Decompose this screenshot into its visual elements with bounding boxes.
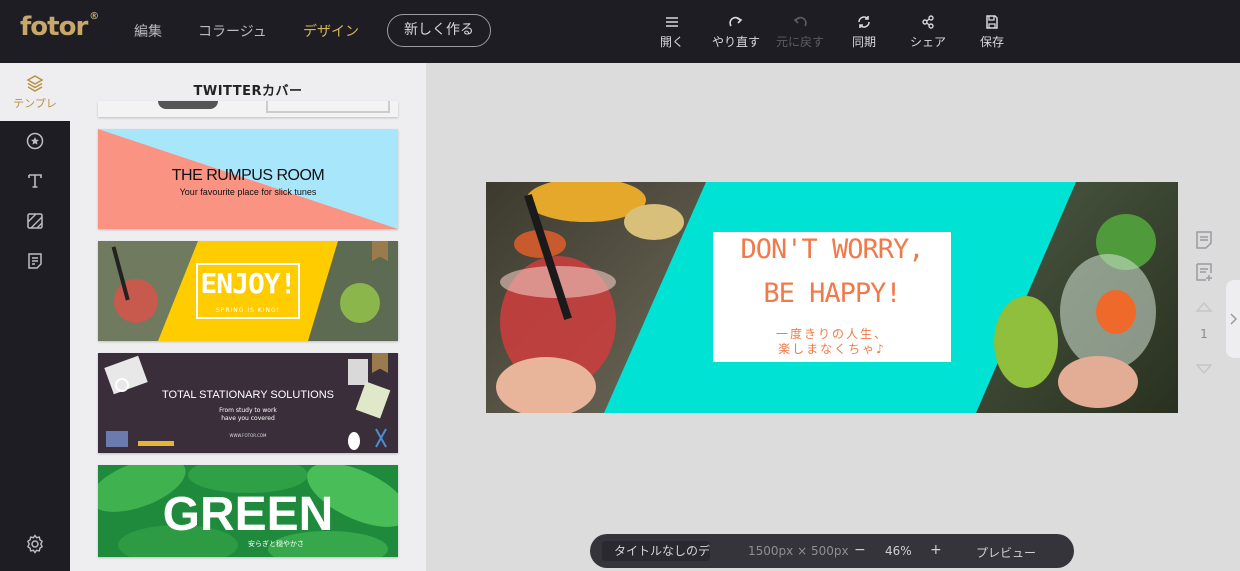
page-icon [1196,231,1212,249]
gear-icon [27,534,43,554]
chevron-right-icon [1230,313,1238,325]
bottom-bar: タイトルなしのデザイン 1500px × 500px − 46% + プレビュー [590,534,1074,568]
canvas-headline-2[interactable]: BE HAPPY! [713,278,951,309]
design-canvas[interactable]: DON'T WORRY, BE HAPPY! 一度きりの人生、 楽しまなくちゃ♪ [486,182,1178,413]
fotor-logo[interactable]: fotor ® [20,11,99,42]
thumb-line2: have you covered [221,415,275,422]
nav-design[interactable]: デザイン [303,21,359,41]
undo-label: 元に戻す [775,35,824,49]
open-button[interactable]: 開く [640,15,704,50]
thumb-line1: From study to work [219,407,277,414]
template-thumb-stationary[interactable]: TOTAL STATIONARY SOLUTIONS From study to… [98,353,398,453]
share-label: シェア [909,35,946,49]
page-up-button[interactable] [1190,298,1218,317]
thumb-subtitle: 安らぎと穏やかさ [248,540,304,548]
panel-title: TWITTERカバー [193,84,303,99]
redo-icon [729,16,743,27]
menu-icon [666,17,678,27]
thumb-desk-items [104,355,391,450]
thumb-title: THE RUMPUS ROOM [171,167,325,184]
redo-button[interactable]: やり直す [704,15,768,50]
background-icon [27,213,43,229]
page-number: 1 [1200,327,1208,341]
top-bar: fotor ® 編集 コラージュ デザイン 新しく作る 開く やり直す 元に戻す … [0,0,1240,63]
triangle-up-icon [1195,302,1213,312]
undo-icon [793,16,807,27]
share-icon [922,15,934,29]
thumb-subtitle: Your favourite place for slick tunes [179,187,317,197]
thumb-frame [266,101,390,113]
layers-icon [26,74,44,92]
share-button[interactable]: シェア [896,15,960,50]
template-thumb-enjoy[interactable]: ENJOY! SPRING IS KING! [98,241,398,341]
sync-label: 同期 [851,35,876,49]
redo-label: やり直す [711,35,760,49]
preview-button[interactable]: プレビュー [976,544,1036,561]
save-button[interactable]: 保存 [960,15,1024,50]
zoom-out-button[interactable]: − [854,542,866,558]
open-label: 開く [659,35,684,49]
save-label: 保存 [979,35,1004,49]
nav-edit[interactable]: 編集 [134,21,162,41]
template-thumb-rumpus[interactable]: THE RUMPUS ROOM Your favourite place for… [98,129,398,229]
page-down-button[interactable] [1190,360,1218,379]
save-icon [986,15,998,29]
page-notes-button[interactable] [1190,230,1218,254]
template-thumb-partial[interactable] [98,101,398,117]
star-circle-icon [26,132,44,150]
right-panel-toggle[interactable] [1226,280,1240,358]
design-title-input[interactable]: タイトルなしのデザイン [602,541,710,561]
note-icon [28,253,42,269]
canvas-headline-1[interactable]: DON'T WORRY, [713,234,951,265]
add-page-icon [1196,263,1212,281]
rail-stickers[interactable] [0,121,70,161]
rail-templates[interactable]: テンプレ [0,63,70,121]
zoom-in-button[interactable]: + [930,542,942,558]
template-thumb-green[interactable]: GREEN 安らぎと穏やかさ [98,465,398,557]
rail-my-designs[interactable] [0,241,70,281]
thumb-subtitle: SPRING IS KING! [215,307,281,314]
rail-background[interactable] [0,201,70,241]
add-page-button[interactable] [1190,262,1218,286]
triangle-down-icon [1195,364,1213,374]
create-new-button[interactable]: 新しく作る [387,14,491,47]
text-icon [28,174,42,188]
undo-button[interactable]: 元に戻す [768,15,832,50]
zoom-level: 46% [885,544,912,558]
canvas-dimensions: 1500px × 500px [748,544,849,558]
template-panel: TWITTERカバー THE RUMPUS ROOM Your favourit… [70,63,426,571]
thumb-title: GREEN [162,488,334,541]
sync-icon [858,16,870,28]
thumb-title: ENJOY! [200,267,296,300]
canvas-subtext-2[interactable]: 楽しまなくちゃ♪ [713,340,951,357]
nav-collage[interactable]: コラージュ [198,21,267,41]
thumb-title: TOTAL STATIONARY SOLUTIONS [162,389,334,401]
sync-button[interactable]: 同期 [832,15,896,50]
rail-templates-label: テンプレ [13,96,57,110]
left-rail: テンプレ [0,63,70,571]
rail-text[interactable] [0,161,70,201]
thumb-graphic [158,101,218,109]
rail-settings[interactable] [0,524,70,564]
thumb-url: WWW.FOTOR.COM [229,433,267,438]
